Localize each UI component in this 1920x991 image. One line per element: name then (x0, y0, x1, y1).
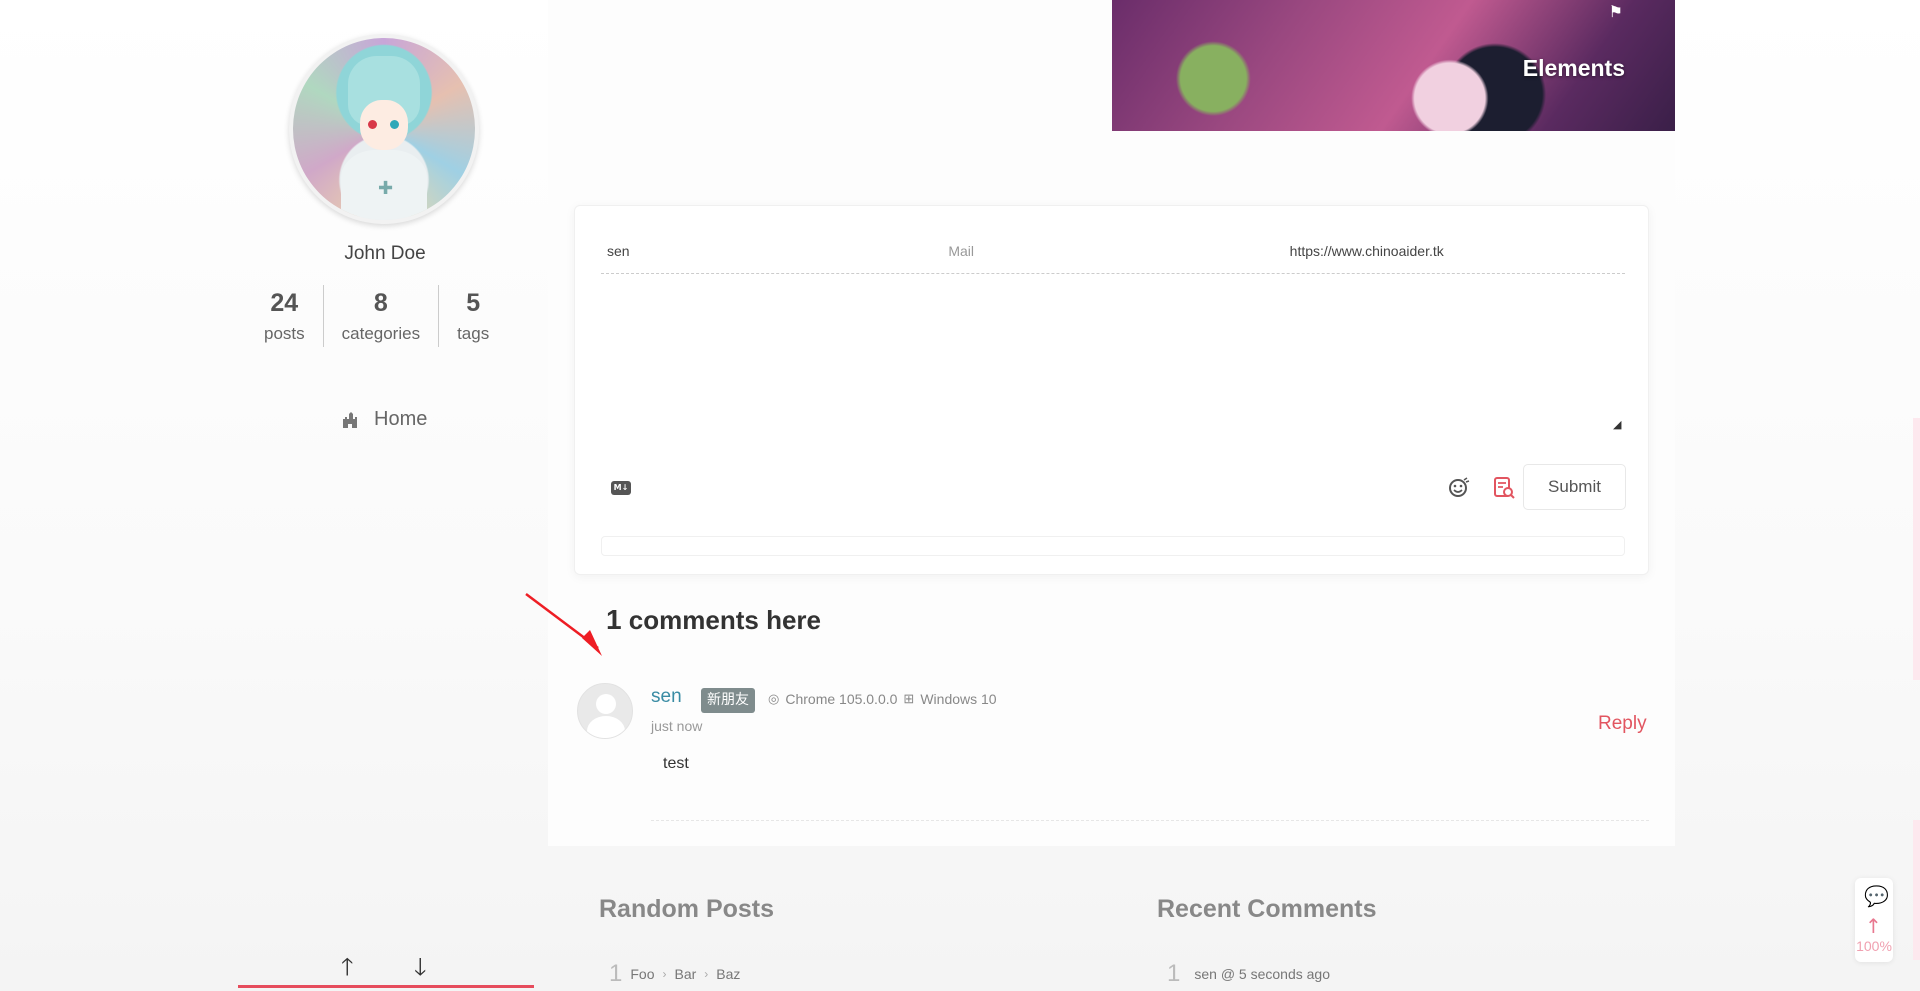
comment-divider (651, 820, 1649, 821)
stat-categories-label: categories (341, 324, 421, 343)
stat-posts-label: posts (264, 324, 305, 343)
chat-icon[interactable]: 💬 (1864, 884, 1889, 908)
reply-button[interactable]: Reply (1598, 713, 1647, 735)
comment-author[interactable]: sen (651, 686, 682, 708)
stat-categories[interactable]: 8 categories (322, 285, 438, 347)
banner-title: Elements (1522, 55, 1625, 81)
right-edge-accent-lower (1913, 820, 1920, 960)
windows-icon: ⊞ (903, 691, 915, 706)
recent-comment-item: 1 sen @ 5 seconds ago (1167, 960, 1330, 988)
comment-badge: 新朋友 (701, 688, 755, 713)
nav-item-home[interactable]: Home (340, 408, 427, 431)
nick-field[interactable] (601, 228, 943, 273)
nav-home-label: Home (374, 408, 428, 430)
author-avatar: ✚ (289, 34, 479, 224)
scroll-percent: 100% (1856, 938, 1892, 954)
recent-comments-title: Recent Comments (1157, 895, 1377, 923)
random-post-crumb-bar[interactable]: Bar (674, 966, 696, 982)
submit-button[interactable]: Submit (1523, 464, 1626, 510)
comment-textarea[interactable] (601, 276, 1625, 436)
recent-comment-index: 1 (1167, 960, 1181, 987)
castle-icon (343, 411, 357, 428)
preview-icon[interactable] (1491, 475, 1517, 501)
stat-posts-count: 24 (270, 289, 299, 317)
comment-preview (601, 536, 1625, 556)
author-avatar-image: ✚ (293, 38, 475, 220)
right-edge-accent (1913, 418, 1920, 680)
random-post-crumb-foo[interactable]: Foo (630, 966, 654, 982)
comment-os: Windows 10 (920, 691, 997, 707)
stat-tags[interactable]: 5 tags (438, 285, 507, 347)
arrow-up-icon[interactable]: ↑ (1865, 914, 1882, 938)
link-field[interactable] (1283, 228, 1625, 273)
post-banner: ⚑ Elements (1112, 0, 1675, 131)
commenter-avatar (577, 683, 633, 739)
chevron-right-icon: › (704, 967, 709, 981)
comment-browser: Chrome 105.0.0.0 (785, 691, 898, 707)
comment-count-heading: 1 comments here (606, 604, 821, 636)
random-post-item: 1 Foo › Bar › Baz (609, 960, 740, 988)
sidebar: ✚ John Doe 24 posts 8 categories 5 tags … (230, 0, 540, 991)
emoji-icon[interactable] (1445, 475, 1471, 501)
stat-categories-count: 8 (373, 289, 388, 317)
random-post-crumb-baz[interactable]: Baz (716, 966, 740, 982)
comment-content: test (663, 755, 689, 772)
flag-icon: ⚑ (1608, 2, 1623, 21)
annotation-arrow (525, 593, 602, 656)
random-post-index: 1 (609, 960, 623, 987)
stat-tags-count: 5 (466, 289, 481, 317)
floating-toolbar: 💬 ↑ 100% (1855, 878, 1893, 962)
mail-field[interactable] (942, 228, 1284, 273)
chevron-right-icon: › (662, 967, 667, 981)
site-stats: 24 posts 8 categories 5 tags (264, 285, 507, 347)
comment-meta: ◎ Chrome 105.0.0.0 ⊞ Windows 10 (768, 691, 997, 707)
random-posts-title: Random Posts (599, 895, 775, 923)
reading-progress-bar (238, 985, 534, 988)
chrome-icon: ◎ (768, 691, 780, 706)
stat-posts[interactable]: 24 posts (264, 285, 323, 347)
comment-count-suffix: comments here (621, 605, 821, 635)
post-nav-arrows-bar: 🡑 🡓 (238, 944, 534, 988)
resize-handle-icon[interactable]: ◢ (1613, 418, 1625, 431)
stat-tags-label: tags (457, 324, 490, 343)
recent-comment-text[interactable]: sen @ 5 seconds ago (1194, 966, 1330, 982)
comment-fields (601, 228, 1625, 274)
comment-time: just now (651, 718, 703, 734)
comment-form: ◢ M↓ Submit (574, 205, 1649, 575)
markdown-icon[interactable]: M↓ (611, 481, 631, 495)
author-name: John Doe (344, 243, 426, 264)
